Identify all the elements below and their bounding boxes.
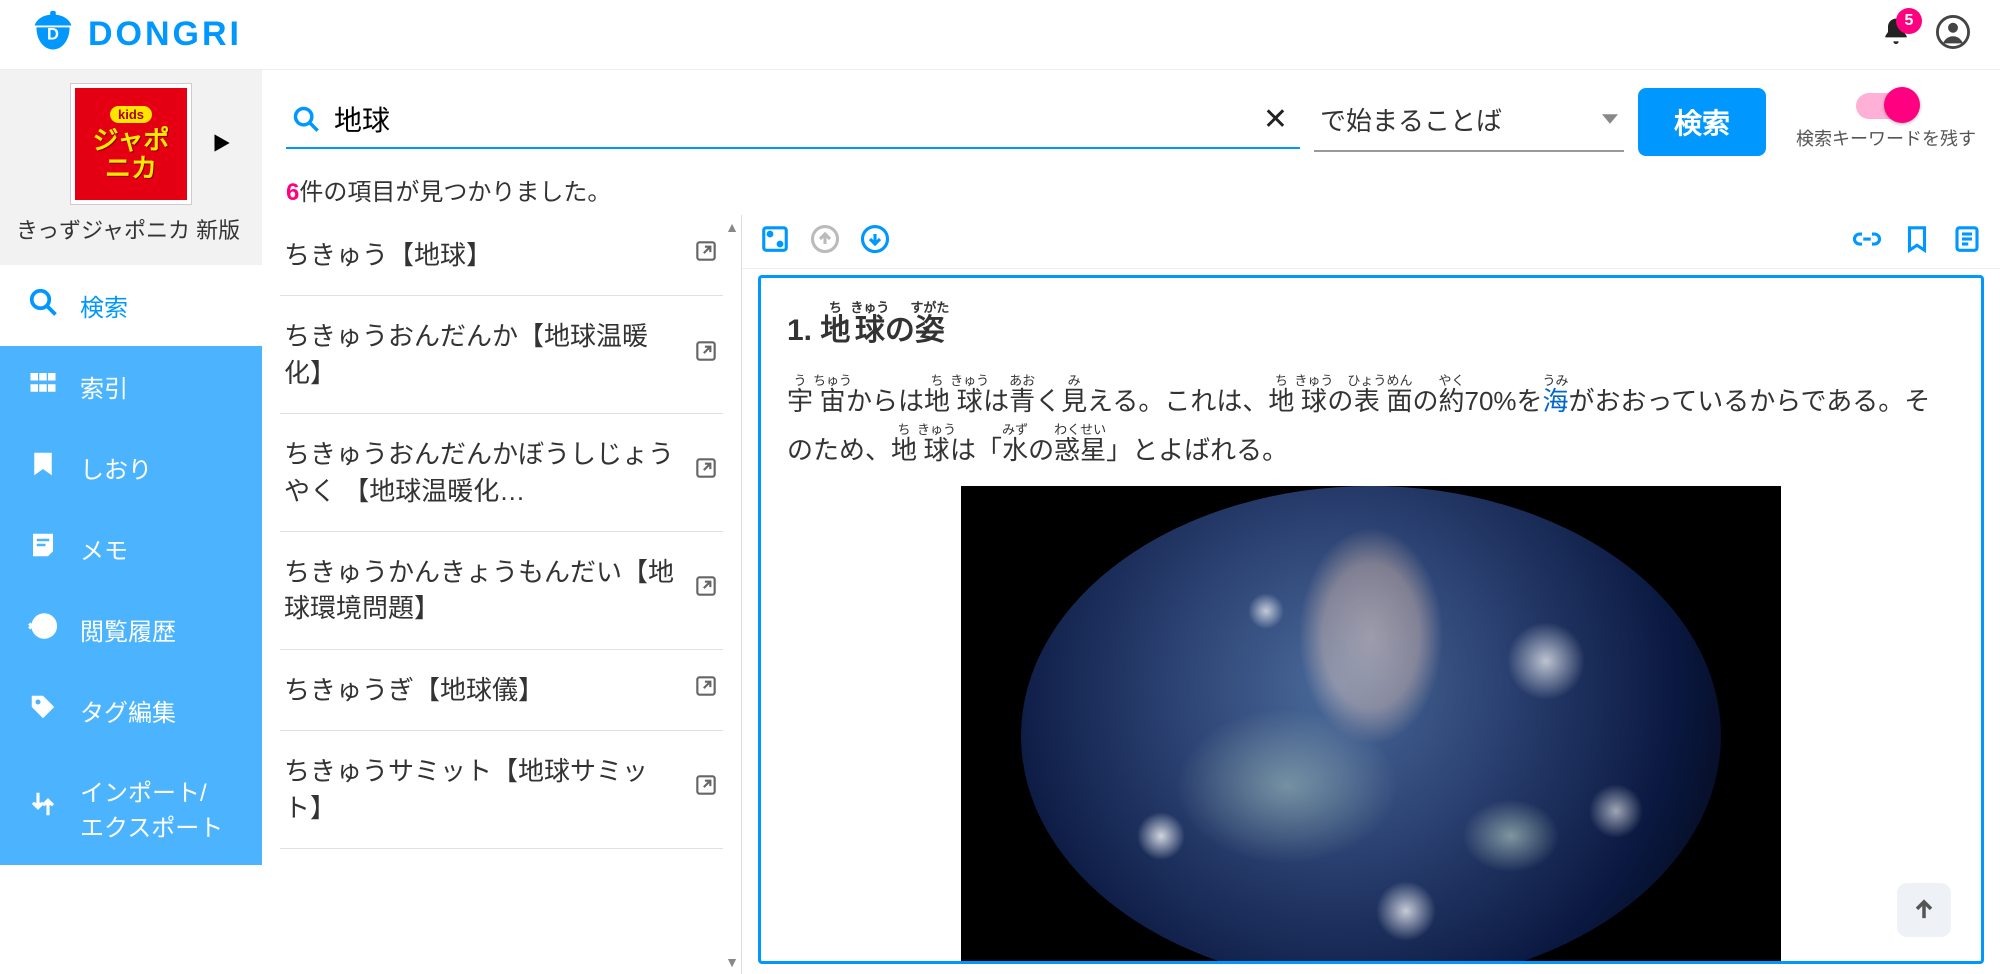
nav-note[interactable]: メモ <box>0 508 262 589</box>
notifications-button[interactable]: 5 <box>1880 16 1912 53</box>
nav-up-icon[interactable] <box>810 224 840 259</box>
nav-grid[interactable]: 索引 <box>0 346 262 427</box>
play-icon[interactable] <box>208 130 234 161</box>
open-in-new-icon[interactable] <box>693 572 719 608</box>
note-icon <box>28 530 58 567</box>
nav-menu: 検索索引しおりメモ閲覧履歴タグ編集インポート/ エクスポート <box>0 265 262 865</box>
search-field[interactable]: ✕ <box>286 96 1300 149</box>
bookmark-icon <box>28 449 58 486</box>
app-logo[interactable]: D DONGRI <box>30 9 242 60</box>
fullscreen-icon[interactable] <box>760 224 790 259</box>
result-item[interactable]: ちきゅう【地球】 <box>280 215 723 296</box>
article-paragraph: 宇う宙ちゅうからは地ち球きゅうは青あおく見みえる。これは、地ち球きゅうの表ひょう… <box>787 373 1955 476</box>
scroll-top-button[interactable] <box>1897 883 1951 937</box>
search-button[interactable]: 検索 <box>1638 88 1766 156</box>
nav-search[interactable]: 検索 <box>0 265 262 346</box>
history-icon <box>28 611 58 648</box>
nav-history[interactable]: 閲覧履歴 <box>0 589 262 670</box>
match-mode-select[interactable]: で始まることば <box>1314 93 1624 152</box>
search-icon <box>28 287 58 324</box>
open-in-new-icon[interactable] <box>693 337 719 373</box>
cross-link[interactable]: 海うみ <box>1543 386 1569 416</box>
bookmark-icon[interactable] <box>1902 224 1932 259</box>
results-list: ▲ ▼ ちきゅう【地球】ちきゅうおんだんか【地球温暖化】ちきゅうおんだんかぼうし… <box>262 215 742 974</box>
dictionary-selector[interactable]: kids ジャポ ニカ きっずジャポニカ 新版 <box>0 70 262 265</box>
result-count: 6件の項目が見つかりました。 <box>262 156 2000 215</box>
account-button[interactable] <box>1936 15 1970 54</box>
nav-tag[interactable]: タグ編集 <box>0 670 262 751</box>
app-header: D DONGRI 5 <box>0 0 2000 70</box>
clear-icon[interactable]: ✕ <box>1257 102 1294 137</box>
detail-pane: 1. 地ち球きゅうの姿すがた 宇う宙ちゅうからは地ち球きゅうは青あおく見みえる。… <box>742 215 2000 974</box>
result-item[interactable]: ちきゅうぎ【地球儀】 <box>280 650 723 731</box>
article-heading: 1. 地ち球きゅうの姿すがた <box>787 300 1955 359</box>
dictionary-thumbnail: kids ジャポ ニカ <box>71 84 191 204</box>
grid-icon <box>28 368 58 405</box>
note-icon[interactable] <box>1952 224 1982 259</box>
open-in-new-icon[interactable] <box>693 454 719 490</box>
tag-icon <box>28 692 58 729</box>
notification-badge: 5 <box>1896 8 1922 34</box>
search-icon <box>292 105 320 133</box>
open-in-new-icon[interactable] <box>693 672 719 708</box>
scroll-down-icon[interactable]: ▼ <box>725 954 739 970</box>
app-name: DONGRI <box>88 15 242 54</box>
nav-transfer[interactable]: インポート/ エクスポート <box>0 751 262 865</box>
result-item[interactable]: ちきゅうかんきょうもんだい【地球環境問題】 <box>280 532 723 650</box>
search-input[interactable] <box>334 103 1257 135</box>
search-bar: ✕ で始まることば 検索 検索キーワードを残す <box>262 70 2000 156</box>
open-in-new-icon[interactable] <box>693 237 719 273</box>
dictionary-name: きっずジャポニカ 新版 <box>10 216 252 247</box>
result-item[interactable]: ちきゅうおんだんか【地球温暖化】 <box>280 296 723 414</box>
result-item[interactable]: ちきゅうサミット【地球サミット】 <box>280 731 723 849</box>
svg-text:D: D <box>47 24 59 43</box>
result-item[interactable]: ちきゅうおんだんかぼうしじょうやく 【地球温暖化… <box>280 414 723 532</box>
link-icon[interactable] <box>1852 224 1882 259</box>
nav-down-icon[interactable] <box>860 224 890 259</box>
toggle-label: 検索キーワードを残す <box>1796 125 1976 151</box>
nav-bookmark[interactable]: しおり <box>0 427 262 508</box>
keep-keyword-toggle[interactable] <box>1856 93 1916 119</box>
sidebar: kids ジャポ ニカ きっずジャポニカ 新版 検索索引しおりメモ閲覧履歴タグ編… <box>0 70 262 974</box>
detail-toolbar <box>742 215 2000 269</box>
scroll-up-icon[interactable]: ▲ <box>725 219 739 235</box>
chevron-down-icon <box>1602 111 1618 127</box>
article-body[interactable]: 1. 地ち球きゅうの姿すがた 宇う宙ちゅうからは地ち球きゅうは青あおく見みえる。… <box>758 275 1984 964</box>
open-in-new-icon[interactable] <box>693 771 719 807</box>
transfer-icon <box>28 789 58 826</box>
article-image <box>961 486 1781 964</box>
acorn-icon: D <box>30 9 76 60</box>
